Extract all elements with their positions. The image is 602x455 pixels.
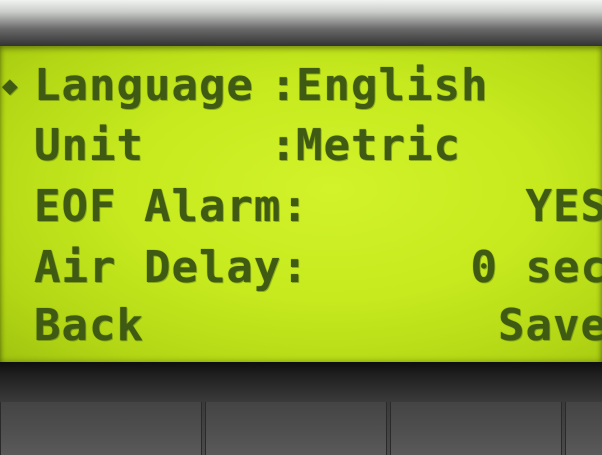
keypad-button-3[interactable] xyxy=(390,402,562,455)
menu-row-actions: Back Save xyxy=(0,298,602,354)
air-delay-value: 0 sec xyxy=(470,242,602,293)
keypad-button-2[interactable] xyxy=(205,402,387,455)
device-photo: ◆ Language : English Unit : Metric EOF A… xyxy=(0,0,602,455)
keypad-button-1[interactable] xyxy=(0,402,202,455)
keypad-button-4[interactable] xyxy=(565,402,602,455)
unit-label: Unit xyxy=(34,120,144,171)
menu-row-eof-alarm[interactable]: EOF Alarm: YES xyxy=(0,179,602,235)
language-value: English xyxy=(296,60,489,111)
air-delay-label: Air Delay: xyxy=(34,242,309,293)
menu-row-language[interactable]: ◆ Language : English xyxy=(0,58,602,114)
language-separator: : xyxy=(270,60,298,111)
top-bezel xyxy=(0,0,602,48)
selection-cursor-icon: ◆ xyxy=(2,71,19,101)
menu-row-air-delay[interactable]: Air Delay: 0 sec xyxy=(0,240,602,296)
menu-row-unit[interactable]: Unit : Metric xyxy=(0,118,602,174)
eof-alarm-value: YES xyxy=(525,181,602,232)
back-button[interactable]: Back xyxy=(34,298,144,354)
unit-value: Metric xyxy=(296,120,461,171)
save-button[interactable]: Save xyxy=(498,298,602,354)
eof-alarm-label: EOF Alarm: xyxy=(34,181,309,232)
unit-separator: : xyxy=(270,120,298,171)
language-label: Language xyxy=(34,60,254,111)
lcd-screen: ◆ Language : English Unit : Metric EOF A… xyxy=(0,46,602,364)
